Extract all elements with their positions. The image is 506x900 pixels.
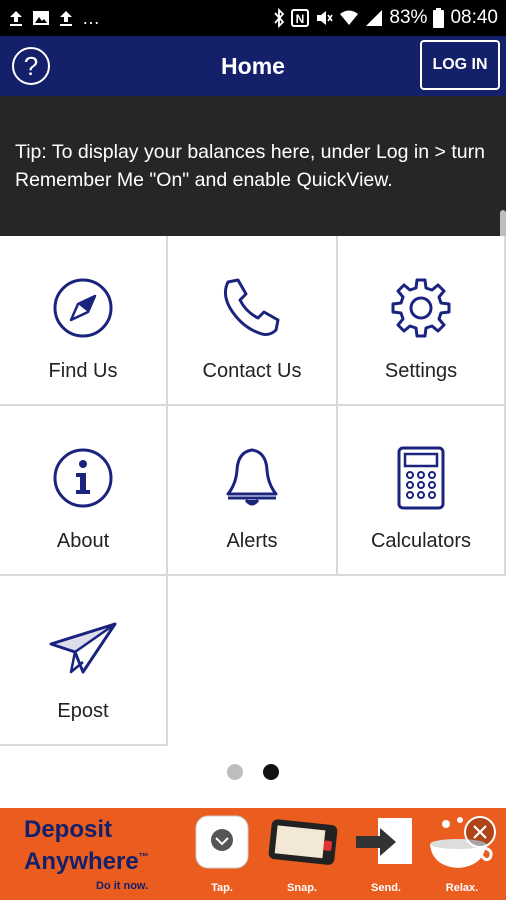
help-label: ?: [23, 51, 39, 81]
ad-title-line2: Anywhere: [24, 848, 139, 875]
ad-close-button[interactable]: [464, 816, 496, 848]
image-icon: [33, 11, 49, 25]
menu-item-label: Epost: [57, 700, 109, 722]
ad-step-label: Send.: [371, 882, 401, 894]
paper-plane-icon: [49, 622, 117, 674]
upload-icon: [60, 11, 72, 26]
page-dot-active[interactable]: [263, 764, 279, 780]
signal-icon: [366, 10, 383, 26]
info-icon: [53, 448, 113, 508]
ad-step-send: Send.: [350, 814, 422, 894]
login-button[interactable]: LOG IN: [420, 40, 500, 90]
menu-item-about[interactable]: About: [0, 406, 168, 576]
tip-text: Tip: To display your balances here, unde…: [15, 141, 485, 191]
ad-tagline: Do it now.: [96, 880, 149, 892]
ad-trademark: ™: [138, 852, 149, 863]
mute-icon: [317, 11, 334, 25]
menu-item-alerts[interactable]: Alerts: [168, 406, 338, 576]
upload-icon: [10, 11, 22, 26]
svg-text:N: N: [296, 12, 305, 26]
app-header: ? Home LOG IN: [0, 36, 506, 96]
menu-item-contact-us[interactable]: Contact Us: [168, 236, 338, 406]
ad-title-line1: Deposit: [24, 816, 113, 843]
status-bar-system: N 83% 08:40: [273, 0, 498, 36]
ad-step-label: Tap.: [211, 882, 233, 894]
battery-icon: [433, 8, 445, 28]
menu-item-settings[interactable]: Settings: [338, 236, 506, 406]
ad-banner[interactable]: Deposit Anywhere™ Do it now. Tap. Snap. …: [0, 808, 506, 900]
wifi-icon: [340, 10, 359, 25]
phone-camera-icon: [268, 819, 338, 865]
menu-item-label: Find Us: [48, 360, 118, 382]
nfc-icon: N: [291, 9, 310, 27]
bell-icon: [226, 448, 278, 506]
menu-item-label: Calculators: [370, 530, 472, 552]
ad-step-tap: Tap.: [186, 814, 258, 894]
page-dot[interactable]: [227, 764, 243, 780]
menu-item-label: Alerts: [226, 530, 278, 552]
compass-icon: [53, 278, 113, 338]
menu-item-label: About: [56, 530, 110, 552]
more-icon: …: [82, 7, 101, 28]
ad-title: Deposit Anywhere™: [24, 816, 149, 876]
gear-icon: [391, 278, 451, 338]
menu-item-calculators[interactable]: Calculators: [338, 406, 506, 576]
battery-percent: 83%: [389, 7, 428, 28]
app-icon: [195, 815, 249, 869]
tip-banner: Tip: To display your balances here, unde…: [0, 96, 506, 236]
close-icon: [473, 825, 487, 839]
help-button[interactable]: ?: [12, 47, 50, 85]
menu-item-label: Settings: [384, 360, 458, 382]
menu-item-epost[interactable]: Epost: [0, 576, 168, 746]
bluetooth-icon: [274, 8, 285, 28]
menu-item-label: Contact Us: [202, 360, 302, 382]
ad-step-label: Relax.: [445, 882, 479, 894]
ad-step-label: Snap.: [287, 882, 317, 894]
calculator-icon: [397, 446, 445, 510]
clock: 08:40: [450, 7, 498, 28]
status-bar: … N 83% 08:40: [0, 0, 506, 36]
page-indicator: [0, 764, 506, 780]
ad-step-snap: Snap.: [266, 814, 338, 894]
status-bar-notifications: …: [8, 0, 101, 36]
phone-icon: [223, 278, 280, 336]
menu-item-find-us[interactable]: Find Us: [0, 236, 168, 406]
send-icon: [356, 818, 412, 864]
